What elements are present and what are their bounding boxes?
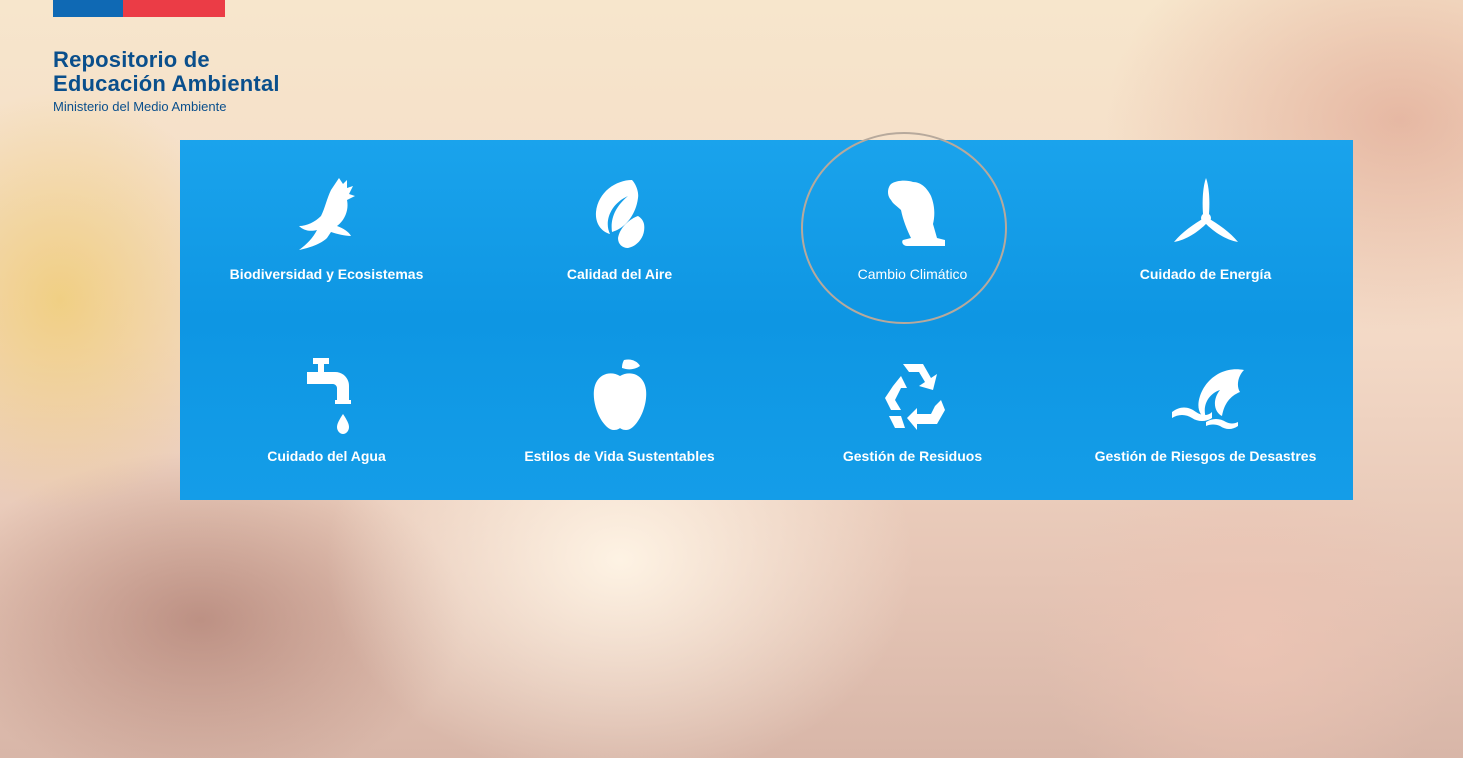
- category-label: Estilos de Vida Sustentables: [524, 448, 715, 464]
- category-label: Cuidado del Agua: [267, 448, 386, 464]
- category-label: Cambio Climático: [857, 266, 968, 282]
- category-label: Gestión de Riesgos de Desastres: [1094, 448, 1317, 464]
- category-calidad-aire[interactable]: Calidad del Aire: [473, 140, 766, 320]
- leaves-icon: [578, 174, 662, 254]
- category-gestion-residuos[interactable]: Gestión de Residuos: [766, 320, 1059, 500]
- polar-bear-icon: [871, 174, 955, 254]
- recycle-icon: [871, 356, 955, 436]
- wave-icon: [1164, 356, 1248, 436]
- faucet-icon: [285, 356, 369, 436]
- site-subtitle: Ministerio del Medio Ambiente: [53, 99, 227, 114]
- stripe-red: [123, 0, 225, 17]
- site-title-line1: Repositorio de: [53, 47, 210, 72]
- category-cuidado-energia[interactable]: Cuidado de Energía: [1059, 140, 1352, 320]
- category-label: Biodiversidad y Ecosistemas: [229, 266, 424, 282]
- apple-icon: [578, 356, 662, 436]
- category-cuidado-agua[interactable]: Cuidado del Agua: [180, 320, 473, 500]
- category-label: Cuidado de Energía: [1139, 266, 1272, 282]
- site-logo[interactable]: Repositorio de Educación Ambiental Minis…: [53, 47, 280, 115]
- categories-panel: Biodiversidad y Ecosistemas Calidad del …: [180, 140, 1353, 500]
- category-cambio-climatico[interactable]: Cambio Climático: [766, 140, 1059, 320]
- category-biodiversidad[interactable]: Biodiversidad y Ecosistemas: [180, 140, 473, 320]
- stripe-blue: [53, 0, 123, 17]
- category-estilos-vida[interactable]: Estilos de Vida Sustentables: [473, 320, 766, 500]
- category-label: Calidad del Aire: [566, 266, 673, 282]
- gov-color-stripe: [53, 0, 225, 17]
- category-gestion-riesgos[interactable]: Gestión de Riesgos de Desastres: [1059, 320, 1352, 500]
- condor-icon: [285, 174, 369, 254]
- category-label: Gestión de Residuos: [842, 448, 983, 464]
- wind-turbine-icon: [1164, 174, 1248, 254]
- site-title-line2: Educación Ambiental: [53, 71, 280, 96]
